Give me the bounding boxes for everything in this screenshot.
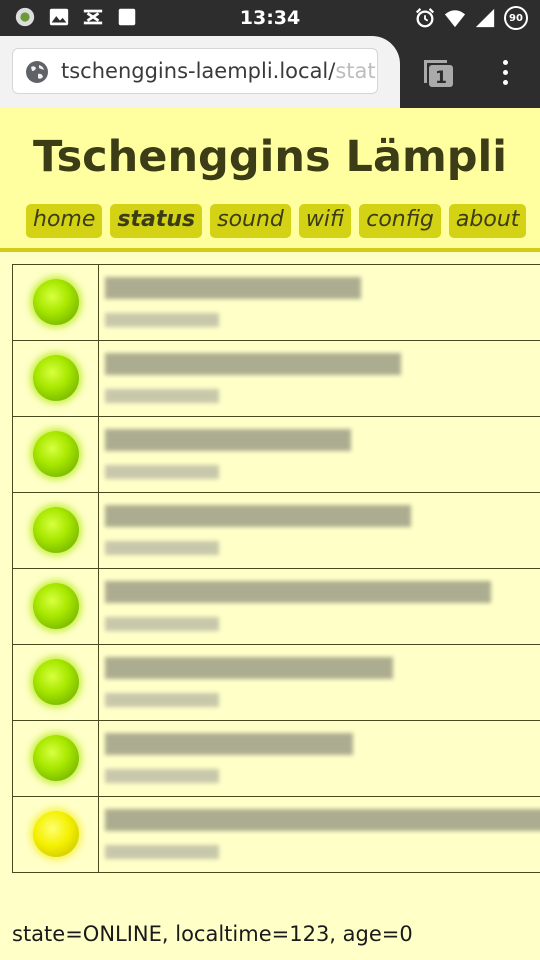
nav-about[interactable]: about [448, 204, 527, 238]
redacted-job-detail [105, 693, 219, 707]
job-info-cell [98, 264, 540, 341]
signal-icon [475, 8, 495, 28]
nav-home[interactable]: home [26, 204, 103, 238]
browser-toolbar: tschenggins-laempli.local/statu 1 [0, 36, 540, 108]
job-info-cell [98, 568, 540, 645]
page-title: Tschenggins Lämpli [32, 132, 508, 182]
redacted-job-detail [105, 389, 219, 403]
status-bar: 13:34 90 [0, 0, 540, 36]
address-bar[interactable]: tschenggins-laempli.local/statu [12, 48, 378, 94]
led-cell [12, 644, 99, 721]
nav-sound[interactable]: sound [210, 204, 291, 238]
status-led-green [32, 582, 79, 629]
globe-icon [26, 61, 48, 83]
status-row [12, 340, 540, 417]
url-text[interactable]: tschenggins-laempli.local/statu [61, 59, 377, 83]
nav-wifi[interactable]: wifi [298, 204, 352, 238]
more-menu-icon[interactable] [495, 58, 515, 88]
redacted-job-detail [105, 769, 219, 783]
tabs-icon[interactable]: 1 [421, 57, 455, 89]
led-cell [12, 340, 99, 417]
status-row [12, 796, 540, 873]
status-table [12, 264, 540, 873]
redacted-job-detail [105, 845, 219, 859]
led-cell [12, 568, 99, 645]
page-header: Tschenggins Lämpli home status sound wif… [0, 108, 540, 252]
redacted-job-detail [105, 617, 219, 631]
system-icons: 90 [414, 6, 528, 30]
redacted-job-detail [105, 313, 219, 327]
menu-dot [502, 80, 508, 85]
menu-dot [502, 70, 508, 75]
menu-dot [502, 60, 508, 65]
status-row [12, 264, 540, 341]
status-row [12, 416, 540, 493]
url-main: tschenggins-laempli.local/ [61, 59, 336, 83]
connection-status: state=ONLINE, localtime=123, age=0 [12, 922, 413, 946]
tab-count: 1 [435, 68, 447, 88]
battery-indicator: 90 [504, 6, 528, 30]
status-led-green [32, 354, 79, 401]
status-led-green [32, 430, 79, 477]
redacted-job-detail [105, 541, 219, 555]
job-info-cell [98, 340, 540, 417]
redacted-job-name [105, 581, 491, 603]
wifi-icon [444, 10, 466, 28]
job-info-cell [98, 644, 540, 721]
nav-bar: home status sound wifi config about [26, 204, 527, 238]
status-table-body [12, 264, 540, 873]
status-led-green [32, 734, 79, 781]
status-row [12, 644, 540, 721]
status-led-green [32, 506, 79, 553]
nav-status[interactable]: status [110, 204, 203, 238]
redacted-job-detail [105, 465, 219, 479]
led-cell [12, 720, 99, 797]
redacted-job-name [105, 429, 351, 451]
url-faded: statu [335, 59, 377, 83]
status-led-green [32, 278, 79, 325]
redacted-job-name [105, 809, 540, 831]
status-row [12, 492, 540, 569]
nav-config[interactable]: config [359, 204, 441, 238]
redacted-job-name [105, 733, 353, 755]
led-cell [12, 492, 99, 569]
redacted-job-name [105, 277, 361, 299]
job-info-cell [98, 720, 540, 797]
status-row [12, 568, 540, 645]
redacted-job-name [105, 353, 401, 375]
status-led-yellow [32, 810, 79, 857]
led-cell [12, 264, 99, 341]
status-row [12, 720, 540, 797]
job-info-cell [98, 492, 540, 569]
redacted-job-name [105, 657, 393, 679]
job-info-cell [98, 416, 540, 493]
led-cell [12, 416, 99, 493]
url-area: tschenggins-laempli.local/statu [0, 36, 400, 108]
alarm-icon [415, 8, 435, 28]
redacted-job-name [105, 505, 411, 527]
led-cell [12, 796, 99, 873]
job-info-cell [98, 796, 540, 873]
status-led-green [32, 658, 79, 705]
